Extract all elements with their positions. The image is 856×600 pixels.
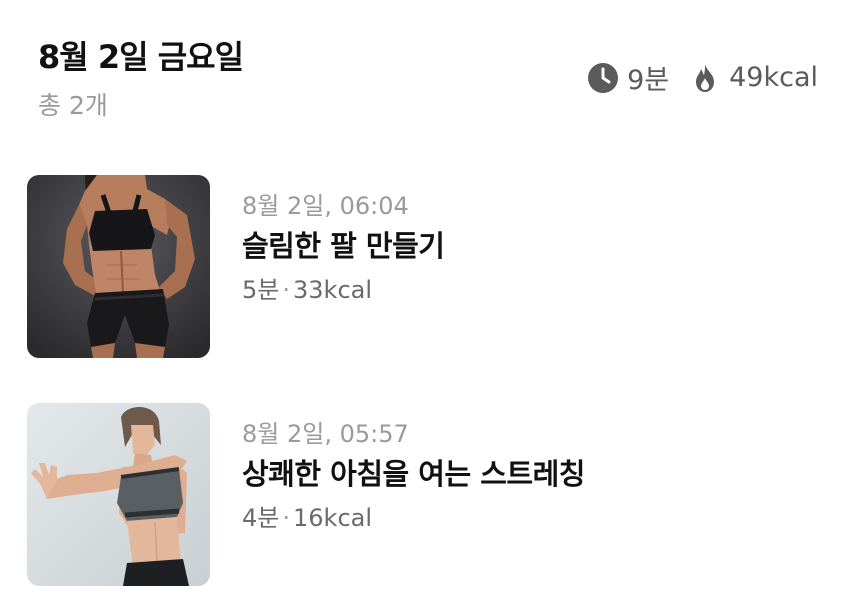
total-calories: 49kcal (729, 62, 818, 93)
workout-item[interactable]: 8월 2일, 05:57 상쾌한 아침을 여는 스트레칭 4분 · 16kcal (27, 403, 817, 587)
day-summary: 9분 49kcal (587, 58, 818, 97)
workout-calories: 33kcal (293, 276, 373, 304)
flame-icon (689, 62, 721, 94)
workout-duration: 5분 (242, 276, 280, 304)
workout-info: 8월 2일, 06:04 슬림한 팔 만들기 5분 · 33kcal (242, 189, 445, 307)
workout-title: 슬림한 팔 만들기 (242, 229, 445, 263)
workout-thumbnail (27, 175, 210, 358)
clock-icon (587, 62, 619, 94)
workout-meta: 5분 · 33kcal (242, 273, 444, 307)
workout-meta: 4분 · 16kcal (242, 501, 585, 535)
total-count: 총 2개 (38, 91, 108, 120)
workout-calories: 16kcal (293, 504, 373, 532)
date-title: 8월 2일 금요일 (38, 38, 244, 76)
workout-info: 8월 2일, 05:57 상쾌한 아침을 여는 스트레칭 4분 · 16kcal (242, 417, 585, 535)
total-duration: 9분 (627, 65, 670, 96)
workout-time: 8월 2일, 06:04 (242, 192, 409, 220)
workout-duration: 4분 (242, 504, 280, 532)
workout-title: 상쾌한 아침을 여는 스트레칭 (242, 457, 585, 491)
meta-separator: · (282, 504, 290, 532)
meta-separator: · (282, 276, 290, 304)
workout-thumbnail (27, 403, 210, 586)
workout-time: 8월 2일, 05:57 (242, 420, 409, 448)
workout-item[interactable]: 8월 2일, 06:04 슬림한 팔 만들기 5분 · 33kcal (27, 175, 817, 359)
day-header: 8월 2일 금요일 총 2개 9분 49kcal (38, 30, 818, 130)
